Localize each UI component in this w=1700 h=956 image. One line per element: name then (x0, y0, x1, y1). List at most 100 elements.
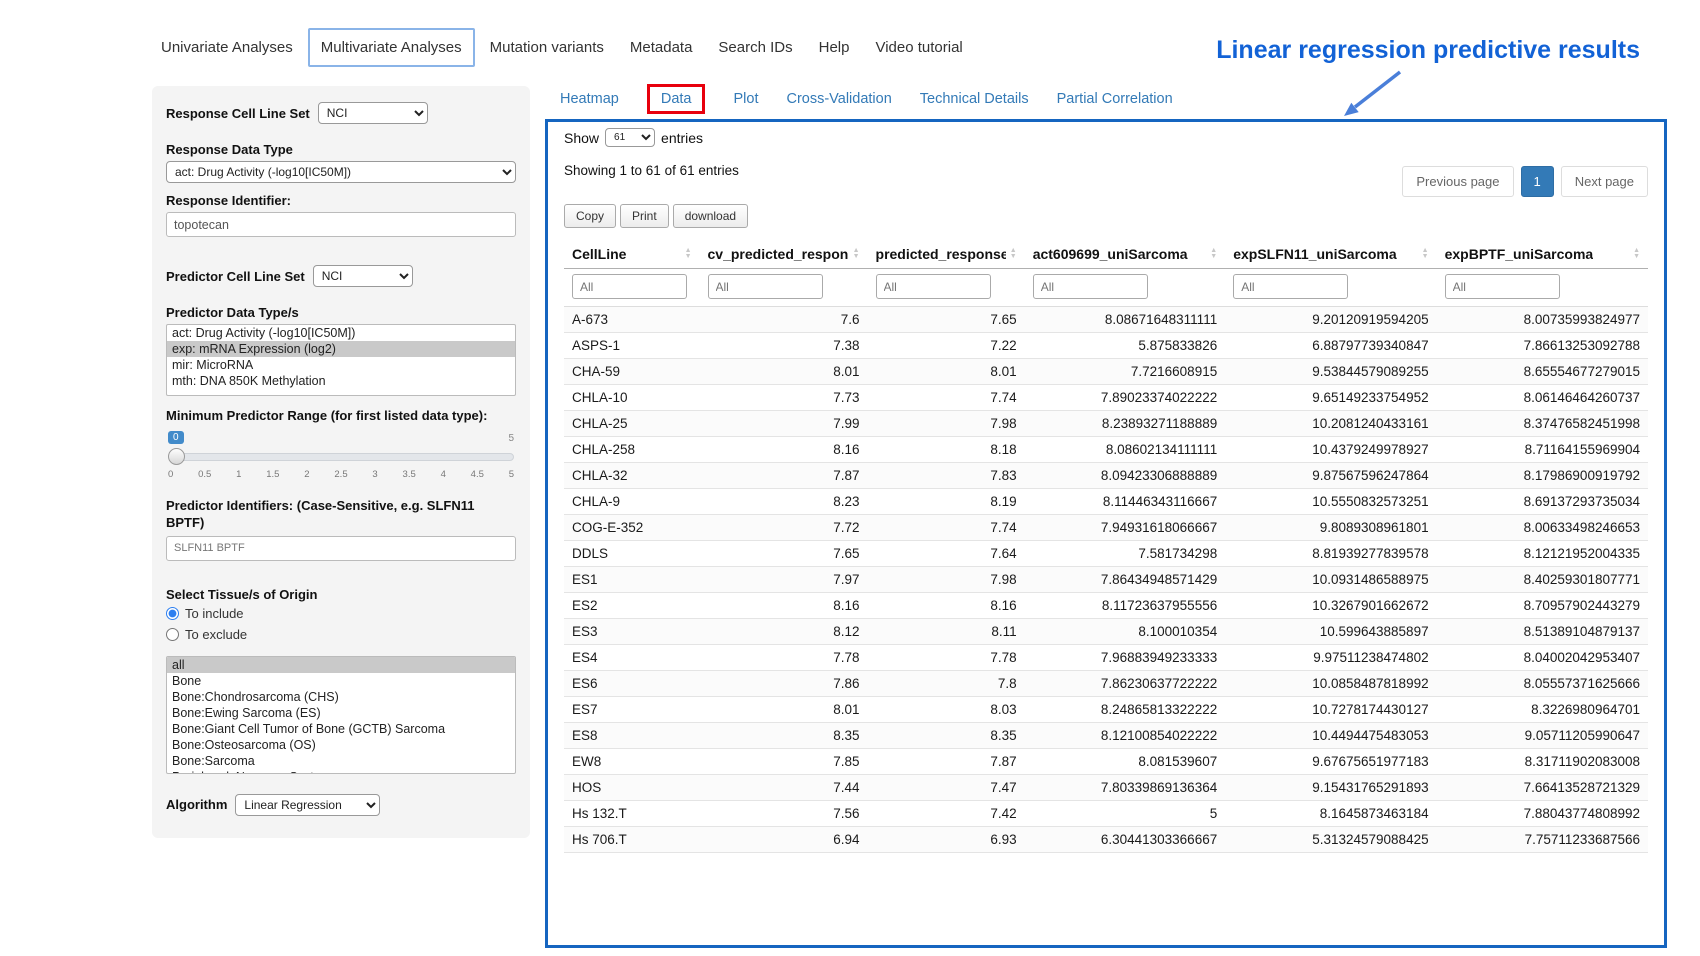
cell-value: 10.4494475483053 (1225, 723, 1436, 749)
download-button[interactable]: download (673, 204, 748, 228)
predictor-identifiers-label: Predictor Identifiers: (Case-Sensitive, … (166, 497, 516, 532)
slider-track[interactable] (168, 453, 514, 461)
radio-input-to-include[interactable] (166, 607, 179, 620)
tab-cross-validation[interactable]: Cross-Validation (786, 91, 891, 107)
tissue-radio-to-include[interactable]: To include (166, 606, 516, 621)
cell-value: 8.12100854022222 (1025, 723, 1226, 749)
cell-value: 8.23893271188889 (1025, 411, 1226, 437)
tissue-option-bone-chondrosarcoma-chs[interactable]: Bone:Chondrosarcoma (CHS) (167, 689, 515, 705)
filter-input-act609699-unisarcoma[interactable] (1033, 274, 1148, 299)
tab-partial-correlation[interactable]: Partial Correlation (1057, 91, 1173, 107)
tab-heatmap[interactable]: Heatmap (560, 91, 619, 107)
tissue-option-all[interactable]: all (167, 657, 515, 673)
filter-input-cellline[interactable] (572, 274, 687, 299)
tissue-origin-label: Select Tissue/s of Origin (166, 587, 516, 602)
sort-icon[interactable]: ▲▼ (685, 248, 692, 260)
tissue-radio-to-exclude[interactable]: To exclude (166, 627, 516, 642)
current-page-button[interactable]: 1 (1521, 166, 1554, 197)
column-header-cellline[interactable]: CellLine▲▼ (564, 240, 700, 269)
copy-button[interactable]: Copy (564, 204, 616, 228)
print-button[interactable]: Print (620, 204, 669, 228)
column-header-act609699-unisarcoma[interactable]: act609699_uniSarcoma▲▼ (1025, 240, 1226, 269)
show-entries-suffix: entries (661, 130, 703, 146)
tissue-option-peripheral-nervous-system[interactable]: Peripheral_Nervous_System (167, 769, 515, 774)
slider-tick-label: 3.5 (403, 469, 416, 480)
cell-value: 8.18 (868, 437, 1025, 463)
filter-input-expslfn11-unisarcoma[interactable] (1233, 274, 1348, 299)
cell-value: 5 (1025, 801, 1226, 827)
predictor-identifiers-input[interactable] (166, 536, 516, 561)
predictor-datatype-option-mir-microrna[interactable]: mir: MicroRNA (167, 357, 515, 373)
tissue-radios: To include To exclude (166, 606, 516, 642)
cell-value: 9.8089308961801 (1225, 515, 1436, 541)
sort-icon[interactable]: ▲▼ (1422, 248, 1429, 260)
table-row-es4: ES47.787.787.968839492333339.97511238474… (564, 645, 1648, 671)
nav-tab-mutation-variants[interactable]: Mutation variants (479, 30, 615, 65)
predictor-datatype-option-mth-dna-850k-methylation[interactable]: mth: DNA 850K Methylation (167, 373, 515, 389)
sort-icon[interactable]: ▲▼ (1010, 248, 1017, 260)
tissue-listbox[interactable]: allBoneBone:Chondrosarcoma (CHS)Bone:Ewi… (166, 656, 516, 774)
tissue-option-bone-giant-cell-tumor-of-bone-gctb-sarcoma[interactable]: Bone:Giant Cell Tumor of Bone (GCTB) Sar… (167, 721, 515, 737)
cell-value: 7.38 (700, 333, 868, 359)
sort-icon[interactable]: ▲▼ (1210, 248, 1217, 260)
nav-tab-search-ids[interactable]: Search IDs (707, 30, 803, 65)
tab-plot[interactable]: Plot (733, 91, 758, 107)
nav-tab-multivariate-analyses[interactable]: Multivariate Analyses (308, 28, 475, 67)
column-header-label: expSLFN11_uniSarcoma (1233, 246, 1396, 262)
predictor-datatype-listbox[interactable]: act: Drug Activity (-log10[IC50M])exp: m… (166, 324, 516, 396)
cell-value: 7.65 (700, 541, 868, 567)
previous-page-button[interactable]: Previous page (1402, 166, 1513, 197)
cellline-value: ES8 (564, 723, 700, 749)
column-header-cv-predicted-response[interactable]: cv_predicted_response▲▼ (700, 240, 868, 269)
next-page-button[interactable]: Next page (1561, 166, 1648, 197)
tab-data[interactable]: Data (647, 84, 706, 114)
cell-value: 7.581734298 (1025, 541, 1226, 567)
tissue-option-bone-sarcoma[interactable]: Bone:Sarcoma (167, 753, 515, 769)
cellline-value: ASPS-1 (564, 333, 700, 359)
filter-input-predicted-response[interactable] (876, 274, 991, 299)
predictor-cell-line-set-select[interactable]: NCI (313, 265, 413, 287)
sort-icon[interactable]: ▲▼ (853, 248, 860, 260)
table-row-es1: ES17.977.987.8643494857142910.0931486588… (564, 567, 1648, 593)
slider-handle[interactable] (168, 448, 185, 465)
predictor-datatype-option-exp-mrna-expression-log2[interactable]: exp: mRNA Expression (log2) (167, 341, 515, 357)
tissue-option-bone-ewing-sarcoma-es[interactable]: Bone:Ewing Sarcoma (ES) (167, 705, 515, 721)
filter-input-expbptf-unisarcoma[interactable] (1445, 274, 1560, 299)
filter-input-cv-predicted-response[interactable] (708, 274, 823, 299)
cell-value: 8.00633498246653 (1437, 515, 1648, 541)
cell-value: 10.5550832573251 (1225, 489, 1436, 515)
table-row-a-673: A-6737.67.658.086716483111119.2012091959… (564, 307, 1648, 333)
tissue-option-bone-osteosarcoma-os[interactable]: Bone:Osteosarcoma (OS) (167, 737, 515, 753)
response-identifier-input[interactable] (166, 212, 516, 237)
tab-technical-details[interactable]: Technical Details (920, 91, 1029, 107)
nav-tab-metadata[interactable]: Metadata (619, 30, 704, 65)
column-header-expbptf-unisarcoma[interactable]: expBPTF_uniSarcoma▲▼ (1437, 240, 1648, 269)
sort-desc-icon: ▼ (853, 254, 860, 260)
nav-tab-univariate-analyses[interactable]: Univariate Analyses (150, 30, 304, 65)
response-data-type-select[interactable]: act: Drug Activity (-log10[IC50M]) (166, 161, 516, 183)
main-tabs: Heatmap Data Plot Cross-Validation Technical… (560, 84, 1173, 114)
nav-tab-video-tutorial[interactable]: Video tutorial (864, 30, 973, 65)
nav-tab-help[interactable]: Help (808, 30, 861, 65)
algorithm-select[interactable]: Linear Regression (235, 794, 380, 816)
cell-value: 8.35 (700, 723, 868, 749)
predictor-datatype-option-act-drug-activity-log10-ic50m[interactable]: act: Drug Activity (-log10[IC50M]) (167, 325, 515, 341)
show-entries-row: Show 61 entries (564, 128, 1648, 147)
cell-value: 8.31711902083008 (1437, 749, 1648, 775)
cellline-value: ES2 (564, 593, 700, 619)
cell-value: 6.88797739340847 (1225, 333, 1436, 359)
cell-value: 9.87567596247864 (1225, 463, 1436, 489)
cell-value: 8.69137293735034 (1437, 489, 1648, 515)
cell-value: 9.53844579089255 (1225, 359, 1436, 385)
tissue-option-bone[interactable]: Bone (167, 673, 515, 689)
column-header-expslfn11-unisarcoma[interactable]: expSLFN11_uniSarcoma ▲▼ (1225, 240, 1436, 269)
column-header-predicted-response[interactable]: predicted_response▲▼ (868, 240, 1025, 269)
radio-input-to-exclude[interactable] (166, 628, 179, 641)
cell-value: 7.87 (700, 463, 868, 489)
cell-value: 7.78 (868, 645, 1025, 671)
table-row-chla-10: CHLA-107.737.747.890233740222229.6514923… (564, 385, 1648, 411)
show-entries-select[interactable]: 61 (605, 128, 655, 147)
cell-value: 7.88043774808992 (1437, 801, 1648, 827)
sort-icon[interactable]: ▲▼ (1633, 248, 1640, 260)
response-cell-line-set-select[interactable]: NCI (318, 102, 428, 124)
